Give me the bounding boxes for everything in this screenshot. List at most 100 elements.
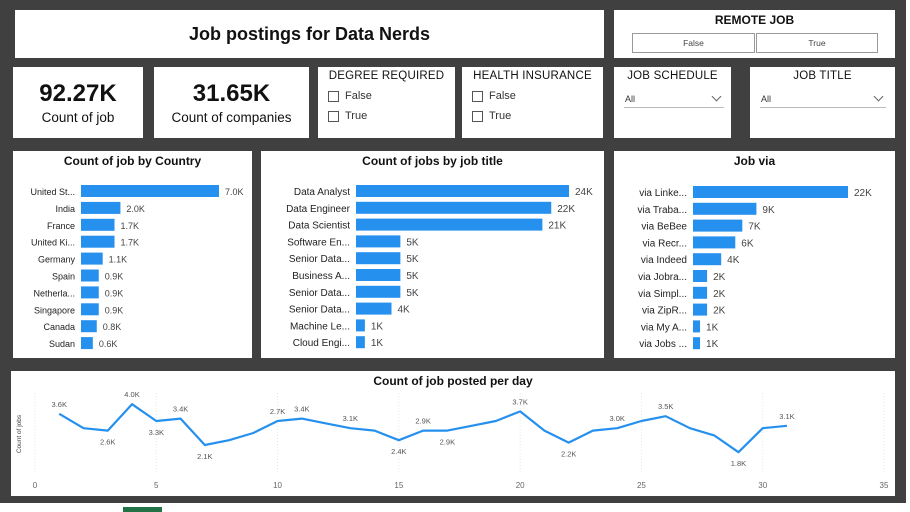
bar[interactable] — [81, 320, 97, 333]
x-tick-label: 0 — [33, 481, 38, 490]
bar[interactable] — [356, 285, 401, 298]
bar-category-label: Cloud Engi... — [293, 338, 350, 349]
bar-value-label: 2K — [713, 289, 726, 300]
bar-value-label: 5K — [406, 237, 419, 248]
bar-value-label: 1.1K — [109, 255, 128, 265]
x-tick-label: 20 — [516, 481, 525, 490]
x-tick-label: 10 — [273, 481, 282, 490]
health-false-label: False — [489, 90, 516, 102]
bar[interactable] — [81, 269, 99, 282]
point-value-label: 3.1K — [343, 414, 358, 423]
bar-category-label: United St... — [30, 187, 75, 197]
x-tick-label: 35 — [880, 481, 889, 490]
point-value-label: 2.1K — [197, 452, 212, 461]
bar[interactable] — [693, 236, 736, 249]
health-false-checkbox[interactable]: False — [472, 86, 603, 106]
bar-category-label: Data Analyst — [294, 187, 350, 198]
degree-title: DEGREE REQUIRED — [328, 70, 445, 82]
bar[interactable] — [81, 286, 99, 299]
bar-value-label: 9K — [762, 205, 775, 216]
bar[interactable] — [356, 218, 543, 231]
jobtitle-dropdown[interactable]: All — [760, 90, 886, 108]
bar-value-label: 6K — [741, 238, 754, 249]
bar[interactable] — [693, 337, 701, 350]
bar[interactable] — [356, 252, 401, 265]
chevron-down-icon — [873, 91, 884, 102]
degree-false-checkbox[interactable]: False — [328, 86, 455, 106]
remote-false-button[interactable]: False — [632, 33, 755, 53]
bar-category-label: via Jobra... — [638, 272, 687, 283]
bar[interactable] — [81, 235, 115, 248]
point-value-label: 3.6K — [52, 400, 67, 409]
remote-job-title: REMOTE JOB — [714, 13, 795, 27]
bar-category-label: via My A... — [641, 322, 687, 333]
bar[interactable] — [693, 186, 848, 198]
bar-value-label: 2K — [713, 272, 726, 283]
remote-true-button[interactable]: True — [756, 33, 878, 53]
bar-category-label: Data Engineer — [286, 204, 351, 215]
bar-value-label: 5K — [406, 254, 419, 265]
schedule-value: All — [625, 93, 636, 104]
bar[interactable] — [81, 218, 115, 231]
point-value-label: 2.7K — [270, 407, 285, 416]
point-value-label: 2.9K — [415, 417, 430, 426]
bar[interactable] — [356, 269, 401, 281]
x-tick-label: 15 — [394, 481, 403, 490]
schedule-title: JOB SCHEDULE — [627, 70, 718, 82]
point-value-label: 1.8K — [731, 459, 746, 468]
bar[interactable] — [356, 319, 365, 332]
bar[interactable] — [356, 185, 569, 197]
bar[interactable] — [693, 253, 722, 266]
kpi-value-companies: 31.65K — [192, 80, 271, 107]
bar[interactable] — [693, 219, 743, 232]
bar[interactable] — [81, 303, 99, 316]
bar-value-label: 1K — [371, 321, 384, 332]
bar[interactable] — [356, 302, 392, 315]
bar[interactable] — [81, 185, 219, 197]
bar[interactable] — [693, 202, 757, 215]
series-line[interactable] — [58, 403, 788, 454]
degree-true-label: True — [345, 110, 368, 122]
jobvia-chart-card: Job via via Linke... 22K via Traba... 9K via… — [614, 151, 895, 358]
daily-line-chart: 0 5 10 15 20 25 30 35 Count of jobs 3.6K 2.6K 4.0K 3… — [16, 390, 889, 490]
bar[interactable] — [81, 252, 103, 265]
point-value-label: 4.0K — [124, 390, 139, 399]
bar-value-label: 0.9K — [105, 288, 124, 298]
page-tab-indicator[interactable] — [123, 507, 162, 512]
bar-value-label: 5K — [406, 288, 419, 299]
bar-value-label: 21K — [548, 221, 566, 232]
bar-category-label: via Linke... — [639, 188, 687, 199]
bar-category-label: via Jobs ... — [639, 339, 687, 350]
bar[interactable] — [81, 337, 93, 350]
bar-value-label: 24K — [575, 187, 593, 198]
bar[interactable] — [356, 336, 365, 349]
bar-value-label: 4K — [727, 255, 740, 266]
dashboard-canvas: Job postings for Data Nerds REMOTE JOB F… — [0, 0, 906, 503]
kpi-card-companies: 31.65K Count of companies — [154, 67, 309, 138]
degree-true-checkbox[interactable]: True — [328, 106, 455, 126]
bar[interactable] — [693, 286, 708, 299]
y-axis-label: Count of jobs — [16, 414, 23, 453]
bar[interactable] — [693, 320, 701, 333]
bar-category-label: Sudan — [49, 339, 75, 349]
jobtitle-value: All — [761, 93, 772, 104]
bar[interactable] — [356, 201, 552, 214]
bar[interactable] — [81, 201, 121, 214]
degree-slicer: DEGREE REQUIRED False True — [318, 67, 455, 138]
point-value-label: 2.9K — [440, 438, 455, 447]
bar-category-label: Spain — [52, 272, 75, 282]
x-tick-label: 5 — [154, 481, 159, 490]
bar-category-label: via BeBee — [641, 222, 687, 233]
bar[interactable] — [693, 303, 708, 316]
kpi-label-jobs: Count of job — [41, 110, 115, 125]
schedule-dropdown[interactable]: All — [624, 90, 724, 108]
bar[interactable] — [693, 270, 708, 282]
kpi-card-jobs: 92.27K Count of job — [13, 67, 143, 138]
jobtitle-title: JOB TITLE — [793, 70, 852, 82]
bar[interactable] — [356, 235, 401, 248]
bar-category-label: via Traba... — [638, 205, 687, 216]
bar-value-label: 7.0K — [225, 187, 244, 197]
bar-category-label: via Indeed — [641, 255, 687, 266]
health-true-checkbox[interactable]: True — [472, 106, 603, 126]
point-value-label: 2.2K — [561, 450, 576, 459]
